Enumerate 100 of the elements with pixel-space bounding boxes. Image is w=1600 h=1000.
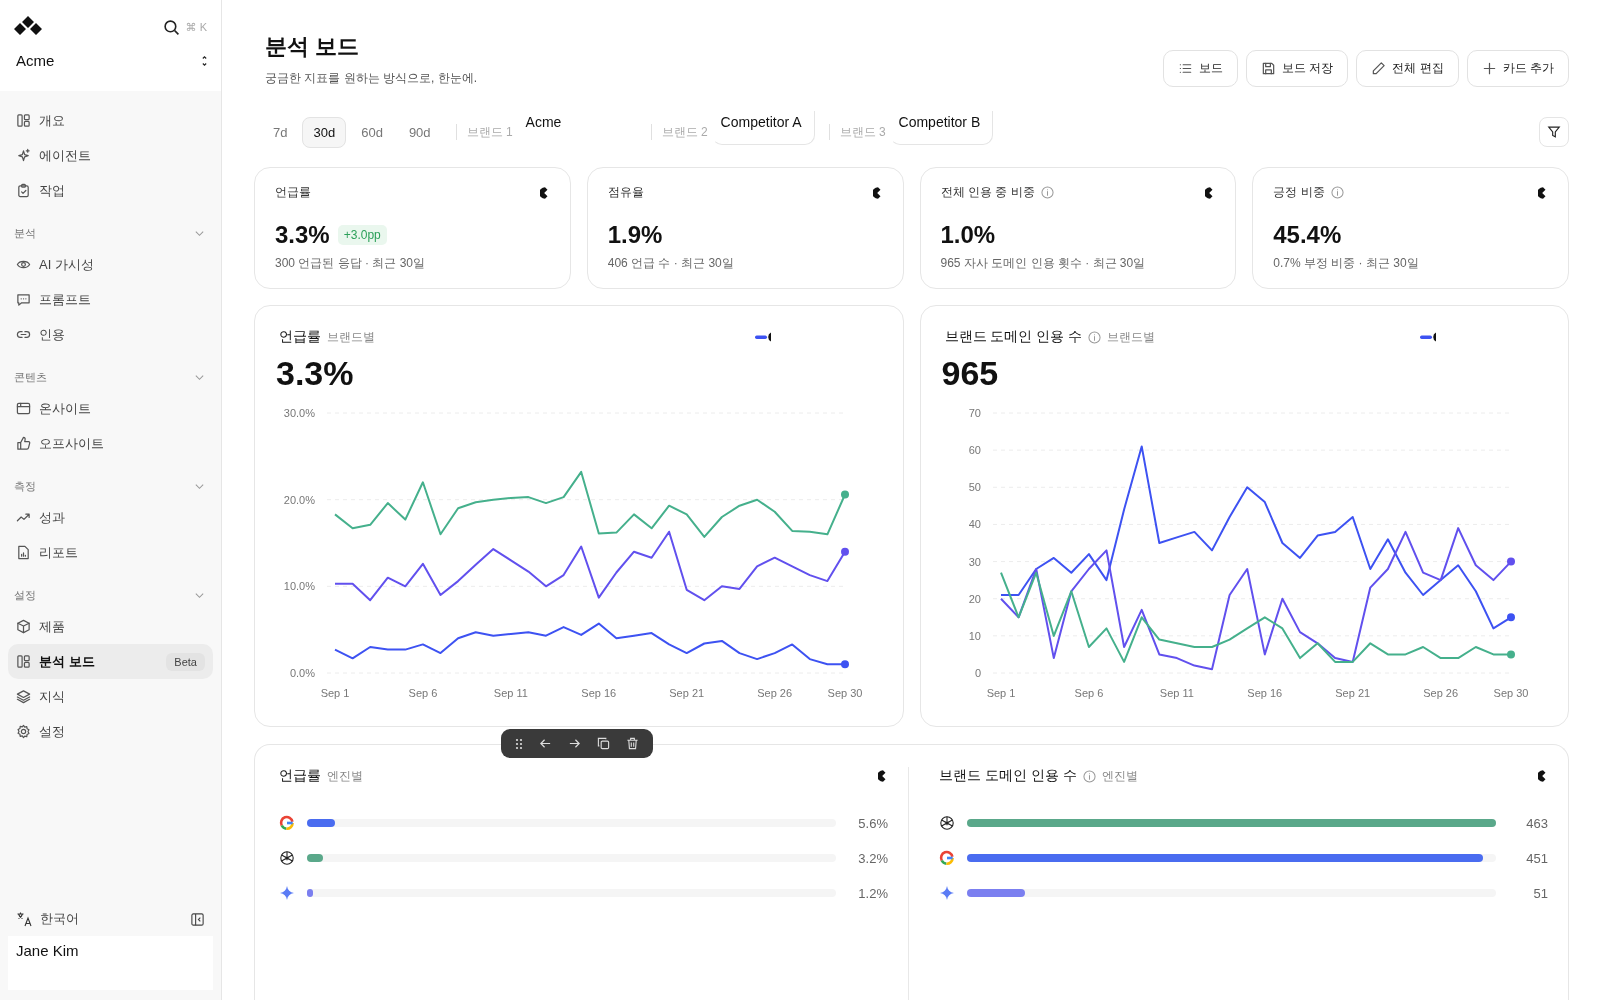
plus-icon [1481, 61, 1497, 76]
toolbar-button[interactable]: 보드 [1162, 50, 1238, 87]
metric-value: 45.4% [1273, 221, 1342, 249]
logo-icon [878, 769, 888, 783]
chevron-up-down-icon[interactable] [202, 55, 207, 66]
language-selector[interactable]: 한국어 [16, 910, 79, 928]
search-icon[interactable] [162, 18, 180, 36]
period-tab[interactable]: 60d [350, 116, 394, 148]
metric-caption: 965 자사 도메인 인용 횟수 · 최근 30일 [940, 255, 1147, 272]
drag-handle-icon[interactable] [515, 737, 523, 750]
nav-item[interactable]: 지식 [8, 679, 213, 714]
arrow-left-icon[interactable] [539, 737, 552, 750]
y-tick-label: 70 [968, 407, 981, 419]
chart-subtitle: 엔진별 [1101, 767, 1138, 785]
chart-subtitle: 엔진별 [327, 767, 363, 785]
nav-item[interactable]: 분석 보드 Beta [8, 644, 213, 679]
y-tick-label: 20 [968, 592, 981, 605]
x-tick-label: Sep 26 [757, 687, 793, 699]
settings-icon [16, 724, 31, 739]
x-tick-label: Sep 6 [1074, 687, 1103, 699]
x-tick-label: Sep 21 [1334, 687, 1370, 699]
period-tab[interactable]: 30d [302, 116, 347, 148]
nav-item[interactable]: 제품 [8, 609, 213, 644]
sparkle-icon [16, 148, 31, 163]
x-tick-label: Sep 30 [827, 687, 863, 699]
nav-item[interactable]: 개요 [8, 103, 213, 138]
end-point [1506, 613, 1515, 622]
save-icon [1260, 61, 1276, 76]
chart-value: 3.3% [276, 354, 355, 393]
chart-subtitle: 브랜드별 [1107, 328, 1156, 346]
workspace-name[interactable]: Acme [16, 52, 55, 69]
bar-value: 3.2% [857, 850, 888, 866]
chat-icon [16, 292, 31, 307]
y-tick-label: 0 [974, 667, 981, 679]
nav-item[interactable]: AI 가시성 [8, 247, 213, 282]
toolbar-button[interactable]: 보드 저장 [1245, 50, 1349, 87]
filter-button[interactable] [1539, 117, 1569, 147]
x-tick-label: Sep 1 [986, 687, 1015, 699]
nav-item[interactable]: 프롬프트 [8, 282, 213, 317]
logo-icon [1538, 185, 1548, 200]
y-tick-label: 40 [968, 518, 981, 531]
chart-title: 언급률 [279, 767, 321, 785]
clipboard-icon [16, 183, 31, 198]
x-tick-label: Sep 16 [1246, 687, 1282, 699]
nav-item[interactable]: 작업 [8, 173, 213, 208]
bar-value: 451 [1525, 850, 1548, 866]
section-heading: 설정 [14, 588, 36, 603]
period-tab[interactable]: 90d [397, 116, 442, 148]
section-heading: 분석 [14, 226, 36, 241]
toolbar-button[interactable]: 카드 추가 [1466, 50, 1569, 87]
box-icon [16, 619, 31, 634]
period-tab[interactable]: 7d [262, 116, 299, 148]
arrow-right-icon[interactable] [568, 737, 581, 750]
nav-item[interactable]: 오프사이트 [8, 426, 213, 461]
nav-item[interactable]: 리포트 [8, 535, 213, 570]
bar-value: 51 [1532, 885, 1548, 901]
end-point [1506, 650, 1515, 659]
y-tick-label: 20.0% [283, 493, 315, 506]
page-subtitle: 궁금한 지표를 원하는 방식으로, 한눈에. [265, 70, 477, 87]
y-tick-label: 10 [968, 629, 981, 642]
layers-icon [16, 689, 31, 704]
end-point [841, 490, 849, 499]
chart-title: 브랜드 도메인 인용 수 [939, 767, 1077, 785]
filter-icon [1547, 125, 1561, 139]
y-tick-label: 0.0% [289, 667, 315, 679]
bar-value: 463 [1525, 815, 1548, 831]
x-tick-label: Sep 11 [493, 687, 528, 699]
x-tick-label: Sep 6 [408, 687, 438, 699]
google-logo-icon [939, 850, 955, 866]
bar-value: 5.6% [857, 815, 888, 831]
collapse-sidebar-icon[interactable] [190, 911, 205, 927]
metric-caption: 300 언급된 응답 · 최근 30일 [275, 255, 427, 272]
copy-icon[interactable] [597, 737, 610, 750]
end-point [841, 660, 849, 669]
chart-subtitle: 브랜드별 [327, 328, 375, 346]
nav-item[interactable]: 설정 [8, 714, 213, 749]
y-tick-label: 30 [968, 555, 981, 568]
end-point [841, 547, 849, 556]
toolbar-button[interactable]: 전체 편집 [1356, 50, 1459, 87]
bar-value: 1.2% [857, 885, 888, 901]
nav-item[interactable]: 성과 [8, 500, 213, 535]
nav-item[interactable]: 에이전트 [8, 138, 213, 173]
section-heading: 콘텐츠 [14, 370, 47, 385]
brand-label: 브랜드 2 [661, 123, 708, 141]
x-tick-label: Sep 11 [1159, 687, 1194, 699]
nav-item[interactable]: 인용 [8, 317, 213, 352]
section-heading: 측정 [14, 479, 36, 494]
browser-icon [16, 401, 31, 416]
thumbs-up-icon [16, 436, 31, 451]
metric-value: 1.9% [607, 221, 663, 249]
nav-item[interactable]: 온사이트 [8, 391, 213, 426]
shortcut-hint: ⌘ K [185, 20, 207, 34]
user-account[interactable]: Jane Kim [8, 936, 213, 990]
google-logo-icon [279, 815, 295, 831]
trash-icon[interactable] [626, 737, 639, 750]
report-icon [16, 545, 31, 560]
y-tick-label: 30.0% [283, 407, 315, 419]
x-tick-label: Sep 21 [669, 687, 705, 699]
y-tick-label: 10.0% [283, 580, 315, 593]
end-point [1506, 557, 1515, 566]
